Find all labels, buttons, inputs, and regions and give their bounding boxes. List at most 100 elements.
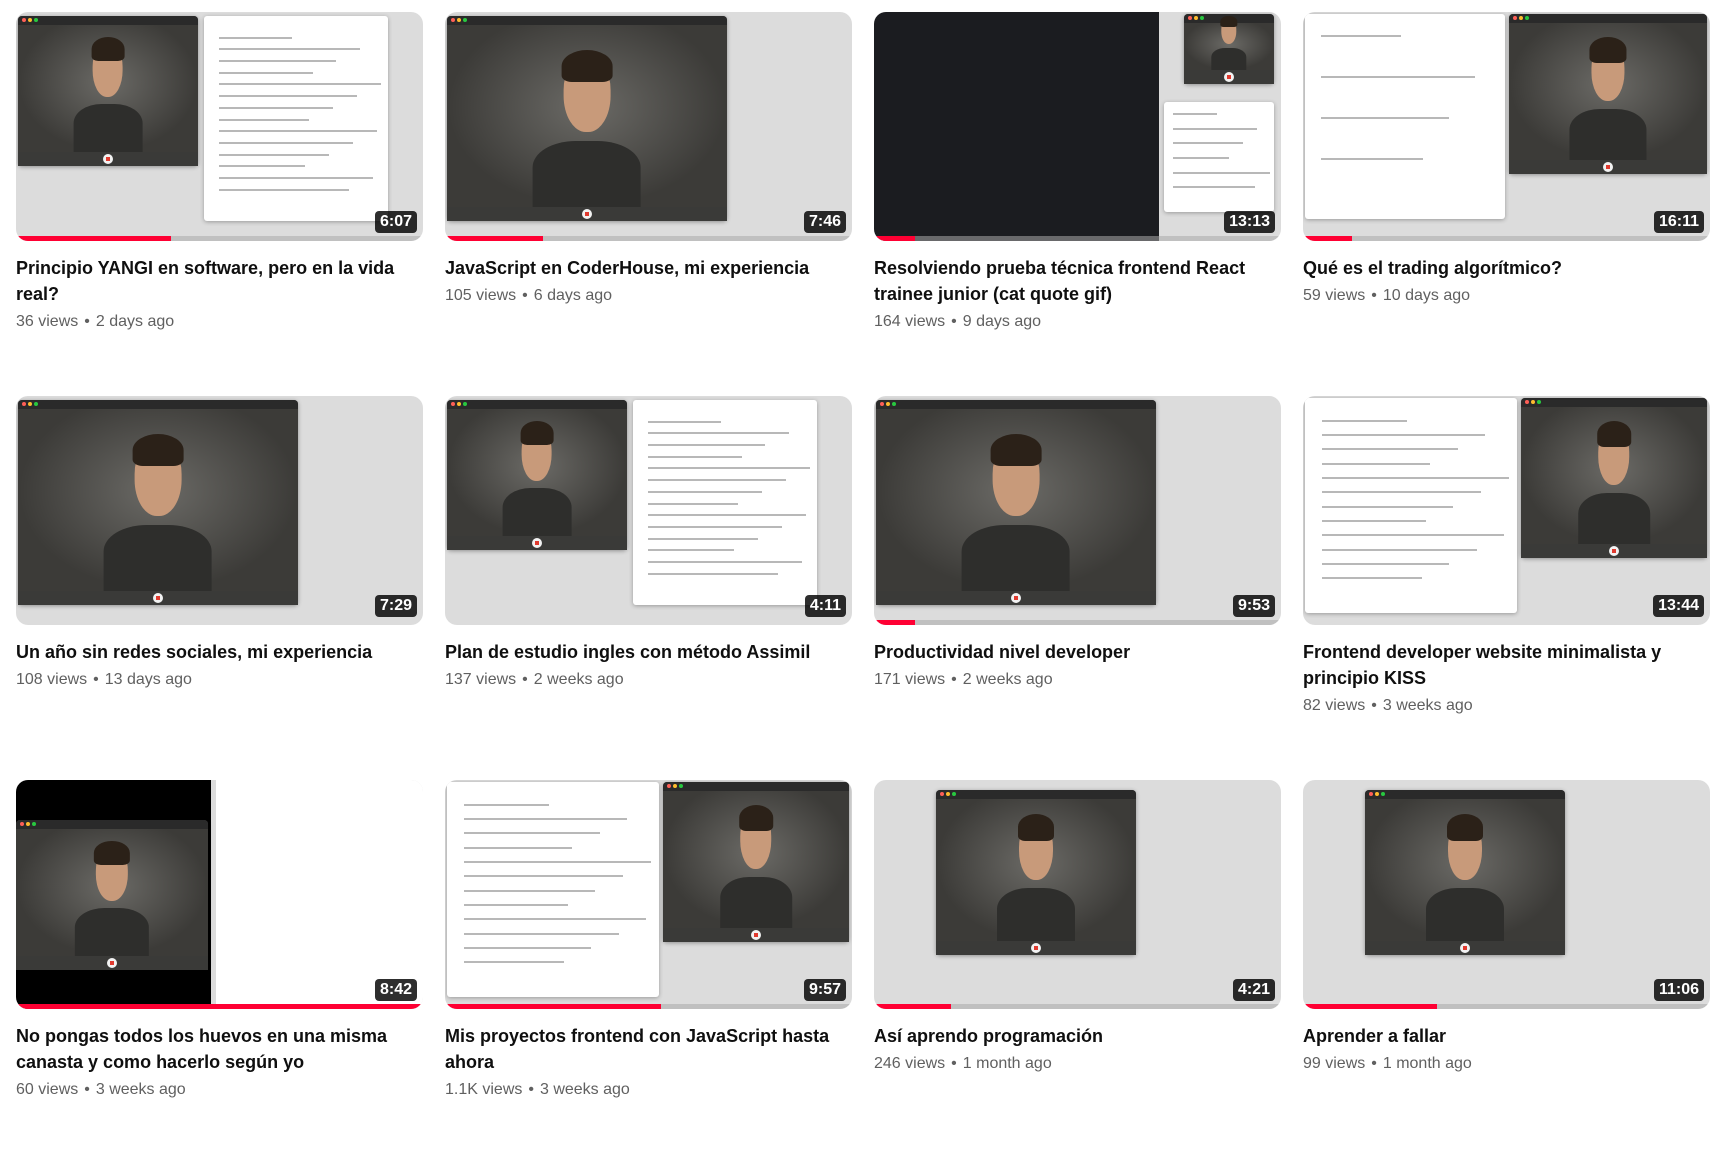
video-title[interactable]: Qué es el trading algorítmico? xyxy=(1303,255,1710,281)
document-window xyxy=(1305,398,1517,613)
video-title[interactable]: Resolviendo prueba técnica frontend Reac… xyxy=(874,255,1281,307)
code-editor xyxy=(874,12,1159,241)
video-card[interactable]: 9:57 Mis proyectos frontend con JavaScri… xyxy=(445,780,852,1152)
record-icon xyxy=(103,154,113,164)
video-card[interactable]: 16:11 Qué es el trading algorítmico? 59 … xyxy=(1303,12,1710,384)
upload-age: 10 days ago xyxy=(1382,287,1471,304)
view-count: 137 views xyxy=(445,671,517,688)
duration-badge: 13:13 xyxy=(1224,211,1275,233)
document-window xyxy=(447,782,659,997)
drawing-panel xyxy=(216,780,423,1009)
view-count: 36 views xyxy=(16,313,79,330)
duration-badge: 4:21 xyxy=(1232,979,1275,1001)
video-metadata: 59 views • 10 days ago xyxy=(1303,285,1710,307)
video-thumbnail[interactable]: 16:11 xyxy=(1303,12,1710,241)
video-card[interactable]: 13:44 Frontend developer website minimal… xyxy=(1303,396,1710,768)
watch-progress-track xyxy=(874,1004,1281,1009)
webcam-window xyxy=(663,782,849,942)
video-card[interactable]: 7:46 JavaScript en CoderHouse, mi experi… xyxy=(445,12,852,384)
video-metadata: 99 views • 1 month ago xyxy=(1303,1053,1710,1075)
video-title[interactable]: Así aprendo programación xyxy=(874,1023,1281,1049)
video-title[interactable]: Mis proyectos frontend con JavaScript ha… xyxy=(445,1023,852,1075)
view-count: 99 views xyxy=(1303,1055,1366,1072)
record-icon xyxy=(1011,593,1021,603)
webcam-window xyxy=(18,400,298,605)
video-card[interactable]: 8:42 No pongas todos los huevos en una m… xyxy=(16,780,423,1152)
meta-separator: • xyxy=(522,287,528,304)
video-title[interactable]: Productividad nivel developer xyxy=(874,639,1281,665)
meta-separator: • xyxy=(951,671,957,688)
watch-progress-track xyxy=(445,1004,852,1009)
upload-age: 6 days ago xyxy=(533,287,613,304)
video-thumbnail[interactable]: 11:06 xyxy=(1303,780,1710,1009)
record-icon xyxy=(751,930,761,940)
video-metadata: 137 views • 2 weeks ago xyxy=(445,669,852,691)
video-thumbnail[interactable]: 13:44 xyxy=(1303,396,1710,625)
duration-badge: 13:44 xyxy=(1653,595,1704,617)
meta-separator: • xyxy=(528,1081,534,1098)
video-title[interactable]: Frontend developer website minimalista y… xyxy=(1303,639,1710,691)
video-metadata: 105 views • 6 days ago xyxy=(445,285,852,307)
watch-progress-track xyxy=(445,236,852,241)
duration-badge: 9:53 xyxy=(1232,595,1275,617)
record-icon xyxy=(582,209,592,219)
video-metadata: 36 views • 2 days ago xyxy=(16,311,423,333)
view-count: 105 views xyxy=(445,287,517,304)
webcam-window xyxy=(1365,790,1565,955)
watch-progress-track xyxy=(1303,236,1710,241)
watch-progress-fill xyxy=(874,236,915,241)
video-card[interactable]: 11:06 Aprender a fallar 99 views • 1 month… xyxy=(1303,780,1710,1152)
upload-age: 2 days ago xyxy=(95,313,175,330)
video-title[interactable]: Plan de estudio ingles con método Assimi… xyxy=(445,639,852,665)
duration-badge: 8:42 xyxy=(374,979,417,1001)
duration-badge: 4:11 xyxy=(804,595,846,617)
watch-progress-fill xyxy=(445,1004,661,1009)
video-card[interactable]: 4:21 Así aprendo programación 246 views •… xyxy=(874,780,1281,1152)
video-thumbnail[interactable]: 7:46 xyxy=(445,12,852,241)
duration-badge: 9:57 xyxy=(803,979,846,1001)
duration-badge: 7:46 xyxy=(803,211,846,233)
video-title[interactable]: No pongas todos los huevos en una misma … xyxy=(16,1023,423,1075)
upload-age: 13 days ago xyxy=(104,671,192,688)
video-thumbnail[interactable]: 13:13 xyxy=(874,12,1281,241)
watch-progress-track xyxy=(874,620,1281,625)
upload-age: 3 weeks ago xyxy=(539,1081,630,1098)
watch-progress-track xyxy=(16,1004,423,1009)
document-window xyxy=(633,400,817,605)
webcam-window xyxy=(16,820,208,970)
document-window xyxy=(1164,102,1274,212)
video-card[interactable]: 9:53 Productividad nivel developer 171 v… xyxy=(874,396,1281,768)
duration-badge: 6:07 xyxy=(374,211,417,233)
video-thumbnail[interactable]: 9:53 xyxy=(874,396,1281,625)
video-thumbnail[interactable]: 6:07 xyxy=(16,12,423,241)
video-card[interactable]: 4:11 Plan de estudio ingles con método A… xyxy=(445,396,852,768)
webcam-window xyxy=(447,16,727,221)
upload-age: 2 weeks ago xyxy=(962,671,1053,688)
upload-age: 9 days ago xyxy=(962,313,1042,330)
record-icon xyxy=(1224,72,1234,82)
video-card[interactable]: 13:13 Resolviendo prueba técnica fronten… xyxy=(874,12,1281,384)
video-thumbnail[interactable]: 4:11 xyxy=(445,396,852,625)
video-thumbnail[interactable]: 7:29 xyxy=(16,396,423,625)
video-title[interactable]: Un año sin redes sociales, mi experienci… xyxy=(16,639,423,665)
video-thumbnail[interactable]: 9:57 xyxy=(445,780,852,1009)
meta-separator: • xyxy=(951,1055,957,1072)
video-card[interactable]: 7:29 Un año sin redes sociales, mi exper… xyxy=(16,396,423,768)
view-count: 246 views xyxy=(874,1055,946,1072)
meta-separator: • xyxy=(1371,697,1377,714)
upload-age: 2 weeks ago xyxy=(533,671,624,688)
duration-badge: 7:29 xyxy=(374,595,417,617)
video-title[interactable]: Principio YANGI en software, pero en la … xyxy=(16,255,423,307)
video-thumbnail[interactable]: 8:42 xyxy=(16,780,423,1009)
watch-progress-track xyxy=(16,236,423,241)
video-card[interactable]: 6:07 Principio YANGI en software, pero e… xyxy=(16,12,423,384)
video-metadata: 82 views • 3 weeks ago xyxy=(1303,695,1710,717)
video-thumbnail[interactable]: 4:21 xyxy=(874,780,1281,1009)
video-title[interactable]: Aprender a fallar xyxy=(1303,1023,1710,1049)
view-count: 82 views xyxy=(1303,697,1366,714)
webcam-window xyxy=(1509,14,1707,174)
webcam-window xyxy=(936,790,1136,955)
webcam-window xyxy=(18,16,198,166)
video-title[interactable]: JavaScript en CoderHouse, mi experiencia xyxy=(445,255,852,281)
record-icon xyxy=(1603,162,1613,172)
